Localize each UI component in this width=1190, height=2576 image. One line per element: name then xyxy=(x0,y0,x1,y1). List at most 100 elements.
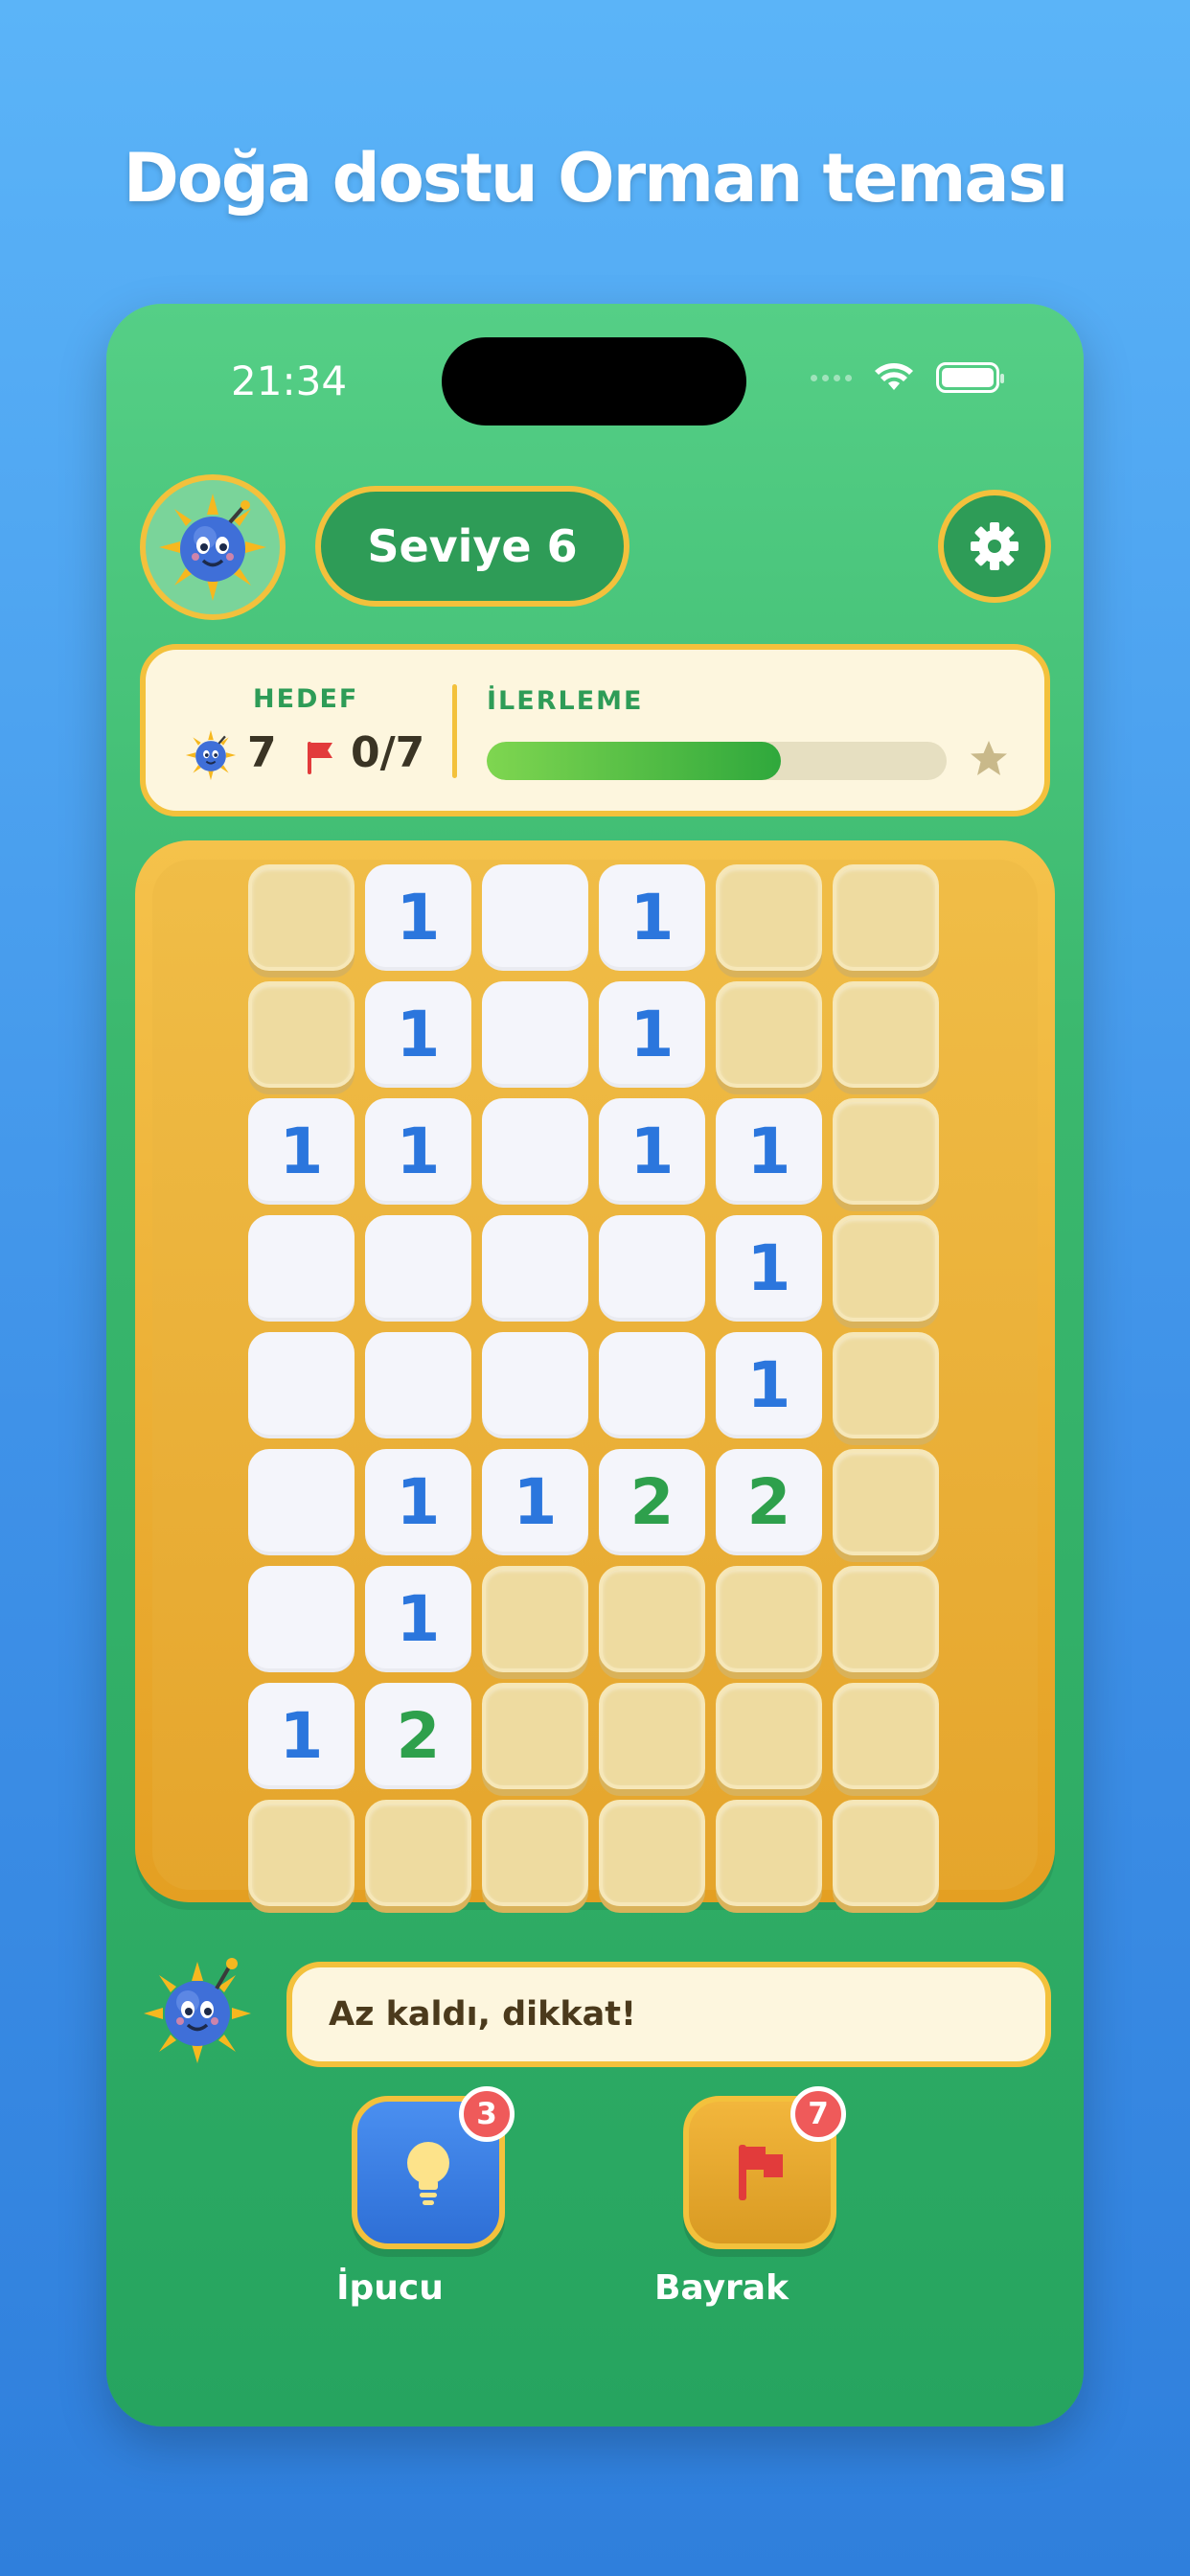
hint-label: İpucu xyxy=(336,2268,444,2308)
board-cell-hidden[interactable] xyxy=(365,1800,471,1906)
board-cell-revealed[interactable]: 1 xyxy=(365,1098,471,1205)
board-cell-hidden[interactable] xyxy=(716,1800,822,1906)
flag-count-badge: 7 xyxy=(790,2086,846,2142)
board-cell-hidden[interactable] xyxy=(482,1800,588,1906)
board-cell-hidden[interactable] xyxy=(482,1566,588,1672)
board-cell-revealed[interactable] xyxy=(482,1215,588,1322)
board-cell-revealed[interactable]: 1 xyxy=(599,981,705,1088)
board-cell-revealed[interactable]: 1 xyxy=(716,1215,822,1322)
cell-number: 1 xyxy=(746,1231,791,1305)
progress-label: İLERLEME xyxy=(487,686,644,716)
cell-number: 1 xyxy=(513,1465,558,1539)
progress-fill xyxy=(487,742,782,780)
settings-button[interactable] xyxy=(938,490,1051,603)
cell-number: 1 xyxy=(396,1465,441,1539)
star-icon xyxy=(971,741,1007,775)
level-pill: Seviye 6 xyxy=(315,486,629,607)
cell-number: 1 xyxy=(396,1582,441,1656)
board-cell-revealed[interactable] xyxy=(248,1332,355,1438)
board-cell-hidden[interactable] xyxy=(833,1449,939,1555)
board-cell-hidden[interactable] xyxy=(716,1566,822,1672)
flag-button[interactable]: 7 xyxy=(683,2086,846,2249)
cellular-signal-icon xyxy=(811,374,852,381)
board-cell-hidden[interactable] xyxy=(599,1800,705,1906)
lightbulb-icon xyxy=(407,2142,449,2205)
board-cell-revealed[interactable]: 1 xyxy=(716,1098,822,1205)
board-cell-hidden[interactable] xyxy=(716,864,822,971)
status-icons xyxy=(811,361,1004,394)
cell-number: 1 xyxy=(396,881,441,954)
board-cell-revealed[interactable]: 1 xyxy=(599,1098,705,1205)
phone-screen: 21:34 Seviye 6 HEDEF 7 0/7 İLERLEME 1 1 … xyxy=(106,304,1084,2426)
board-cell-hidden[interactable] xyxy=(248,864,355,971)
board-cell-hidden[interactable] xyxy=(599,1566,705,1672)
board-cell-hidden[interactable] xyxy=(833,1683,939,1789)
flag-label: Bayrak xyxy=(653,2268,790,2308)
board-cell-hidden[interactable] xyxy=(833,1215,939,1322)
speech-bubble: Az kaldı, dikkat! xyxy=(286,1962,1051,2067)
cell-number: 1 xyxy=(396,1115,441,1188)
hint-button[interactable]: 3 xyxy=(352,2086,515,2249)
mine-icon xyxy=(185,729,237,781)
flags-counter: 0/7 xyxy=(351,728,425,777)
board-cell-hidden[interactable] xyxy=(833,981,939,1088)
cell-number: 2 xyxy=(396,1699,441,1773)
wifi-icon xyxy=(875,363,913,390)
board-cell-revealed[interactable] xyxy=(248,1566,355,1672)
promo-title: Doğa dostu Orman teması xyxy=(123,139,1069,218)
cell-number: 2 xyxy=(629,1465,675,1539)
board-cell-revealed[interactable] xyxy=(248,1215,355,1322)
board-cell-revealed[interactable]: 1 xyxy=(248,1683,355,1789)
cell-number: 2 xyxy=(746,1465,791,1539)
board-cell-hidden[interactable] xyxy=(833,1098,939,1205)
board-cell-revealed[interactable] xyxy=(482,864,588,971)
board-cell-revealed[interactable] xyxy=(365,1332,471,1438)
board-cell-hidden[interactable] xyxy=(716,981,822,1088)
board-cell-revealed[interactable]: 2 xyxy=(365,1683,471,1789)
bomb-mascot-icon xyxy=(159,494,266,601)
board-cell-revealed[interactable] xyxy=(248,1449,355,1555)
board-cell-hidden[interactable] xyxy=(248,981,355,1088)
board-cell-revealed[interactable]: 1 xyxy=(365,864,471,971)
status-time: 21:34 xyxy=(231,357,348,404)
board-cell-revealed[interactable]: 1 xyxy=(365,981,471,1088)
cell-number: 1 xyxy=(279,1699,324,1773)
board-cell-hidden[interactable] xyxy=(716,1683,822,1789)
avatar[interactable] xyxy=(140,474,286,620)
flag-icon xyxy=(739,2145,783,2200)
board-cell-revealed[interactable]: 1 xyxy=(716,1332,822,1438)
board-cell-hidden[interactable] xyxy=(482,1683,588,1789)
board-cell-revealed[interactable]: 1 xyxy=(365,1449,471,1555)
board-cell-revealed[interactable]: 2 xyxy=(599,1449,705,1555)
board-cell-hidden[interactable] xyxy=(833,1332,939,1438)
mine-count: 7 xyxy=(247,728,277,777)
board-cell-revealed[interactable] xyxy=(482,981,588,1088)
cell-number: 1 xyxy=(629,881,675,954)
board-cell-revealed[interactable]: 1 xyxy=(365,1566,471,1672)
bomb-mascot-icon xyxy=(144,1958,251,2063)
board-cell-revealed[interactable]: 1 xyxy=(482,1449,588,1555)
dynamic-island xyxy=(442,337,746,426)
progress-bar xyxy=(487,742,947,780)
board-cell-revealed[interactable]: 2 xyxy=(716,1449,822,1555)
target-label: HEDEF xyxy=(253,684,359,714)
board-cell-hidden[interactable] xyxy=(833,1566,939,1672)
board-cell-hidden[interactable] xyxy=(833,1800,939,1906)
board-cell-revealed[interactable] xyxy=(365,1215,471,1322)
board-cell-hidden[interactable] xyxy=(833,864,939,971)
board-cell-revealed[interactable] xyxy=(482,1098,588,1205)
board-cell-revealed[interactable] xyxy=(482,1332,588,1438)
cell-number: 1 xyxy=(746,1115,791,1188)
board-cell-hidden[interactable] xyxy=(599,1683,705,1789)
board-cell-hidden[interactable] xyxy=(248,1800,355,1906)
flag-icon xyxy=(308,742,332,774)
board-cell-revealed[interactable]: 1 xyxy=(599,864,705,971)
hint-count-badge: 3 xyxy=(459,2086,515,2142)
board-cell-revealed[interactable] xyxy=(599,1215,705,1322)
game-board: 11111111111122112 xyxy=(248,864,939,1906)
board-cell-revealed[interactable] xyxy=(599,1332,705,1438)
stats-card: HEDEF 7 0/7 İLERLEME xyxy=(140,644,1050,816)
cell-number: 1 xyxy=(746,1348,791,1422)
board-cell-revealed[interactable]: 1 xyxy=(248,1098,355,1205)
cell-number: 1 xyxy=(396,998,441,1071)
